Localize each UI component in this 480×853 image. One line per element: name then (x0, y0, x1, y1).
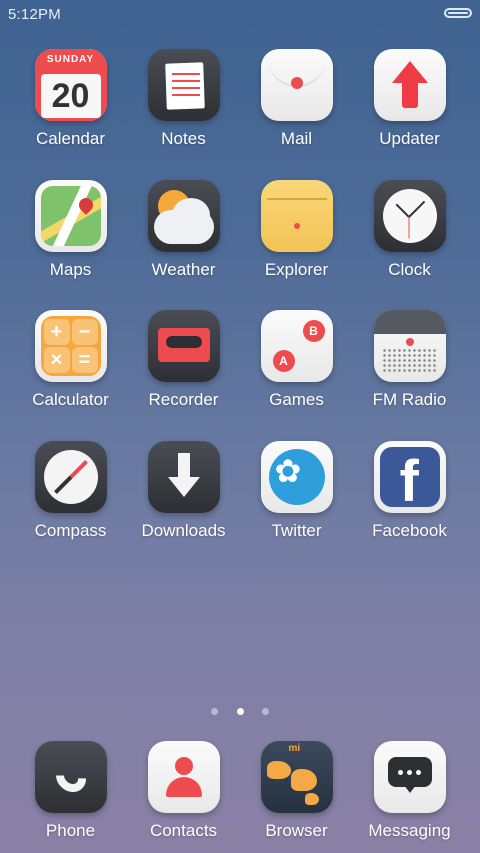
app-label: Recorder (148, 390, 219, 409)
app-label: Notes (161, 129, 206, 148)
notes-icon (147, 49, 220, 121)
upload-arrow-icon (373, 49, 446, 121)
app-explorer[interactable]: Explorer (240, 180, 353, 280)
game-button-a: A (272, 350, 295, 372)
app-label: FM Radio (372, 390, 447, 409)
app-label: Calculator (32, 390, 109, 409)
app-compass[interactable]: Compass (14, 441, 127, 541)
twitter-icon: ✿ (260, 441, 333, 513)
app-calendar[interactable]: SUNDAY 20 Calendar (14, 49, 127, 149)
app-label: Messaging (368, 821, 451, 840)
app-updater[interactable]: Updater (353, 49, 466, 149)
weather-icon (147, 180, 220, 252)
status-time: 5:12PM (8, 6, 61, 23)
game-button-b: B (302, 320, 325, 342)
app-label: Updater (379, 129, 440, 148)
status-bar: 5:12PM (0, 0, 480, 28)
battery-icon (444, 8, 472, 18)
globe-icon: mi (260, 741, 333, 813)
app-twitter[interactable]: ✿ Twitter (240, 441, 353, 541)
page-indicator (0, 702, 480, 720)
calendar-weekday: SUNDAY (34, 49, 107, 71)
contacts-icon (147, 741, 220, 813)
cassette-icon (147, 310, 220, 382)
app-mail[interactable]: Mail (240, 49, 353, 149)
app-label: Calendar (36, 129, 105, 148)
app-label: Explorer (264, 260, 329, 279)
dock-browser[interactable]: mi Browser (240, 741, 353, 841)
app-weather[interactable]: Weather (127, 180, 240, 280)
app-label: Twitter (271, 521, 322, 540)
facebook-icon: f (373, 441, 446, 513)
app-calculator[interactable]: + − × = Calculator (14, 310, 127, 410)
app-label: Clock (388, 260, 431, 279)
app-maps[interactable]: Maps (14, 180, 127, 280)
facebook-glyph: f (399, 449, 419, 513)
app-fm-radio[interactable]: FM Radio (353, 310, 466, 410)
app-label: Contacts (149, 821, 218, 840)
maps-icon (34, 180, 107, 252)
app-label: Weather (151, 260, 216, 279)
app-label: Games (269, 390, 324, 409)
browser-brand: mi (288, 743, 301, 754)
download-arrow-icon (147, 441, 220, 513)
folder-icon (260, 180, 333, 252)
dock-phone[interactable]: Phone (14, 741, 127, 841)
page-dot[interactable] (261, 708, 269, 715)
app-clock[interactable]: Clock (353, 180, 466, 280)
app-label: Compass (34, 521, 107, 540)
page-dot[interactable] (211, 708, 219, 715)
app-facebook[interactable]: f Facebook (353, 441, 466, 541)
app-label: Downloads (141, 521, 226, 540)
app-recorder[interactable]: Recorder (127, 310, 240, 410)
page-dot-current[interactable] (236, 708, 244, 715)
app-games[interactable]: B A Games (240, 310, 353, 410)
app-label: Maps (49, 260, 92, 279)
radio-icon (373, 310, 446, 382)
mail-icon (260, 49, 333, 121)
calendar-day: 20 (40, 74, 101, 118)
calendar-icon: SUNDAY 20 (34, 49, 107, 121)
app-label: Browser (265, 821, 328, 840)
compass-icon (34, 441, 107, 513)
app-label: Phone (45, 821, 96, 840)
dock-contacts[interactable]: Contacts (127, 741, 240, 841)
phone-icon (34, 741, 107, 813)
app-label: Mail (280, 129, 313, 148)
app-notes[interactable]: Notes (127, 49, 240, 149)
app-label: Facebook (372, 521, 447, 540)
gamepad-icon: B A (260, 310, 333, 382)
clock-icon (373, 180, 446, 252)
calculator-icon: + − × = (34, 310, 107, 382)
app-downloads[interactable]: Downloads (127, 441, 240, 541)
message-bubble-icon (373, 741, 446, 813)
dock-messaging[interactable]: Messaging (353, 741, 466, 841)
